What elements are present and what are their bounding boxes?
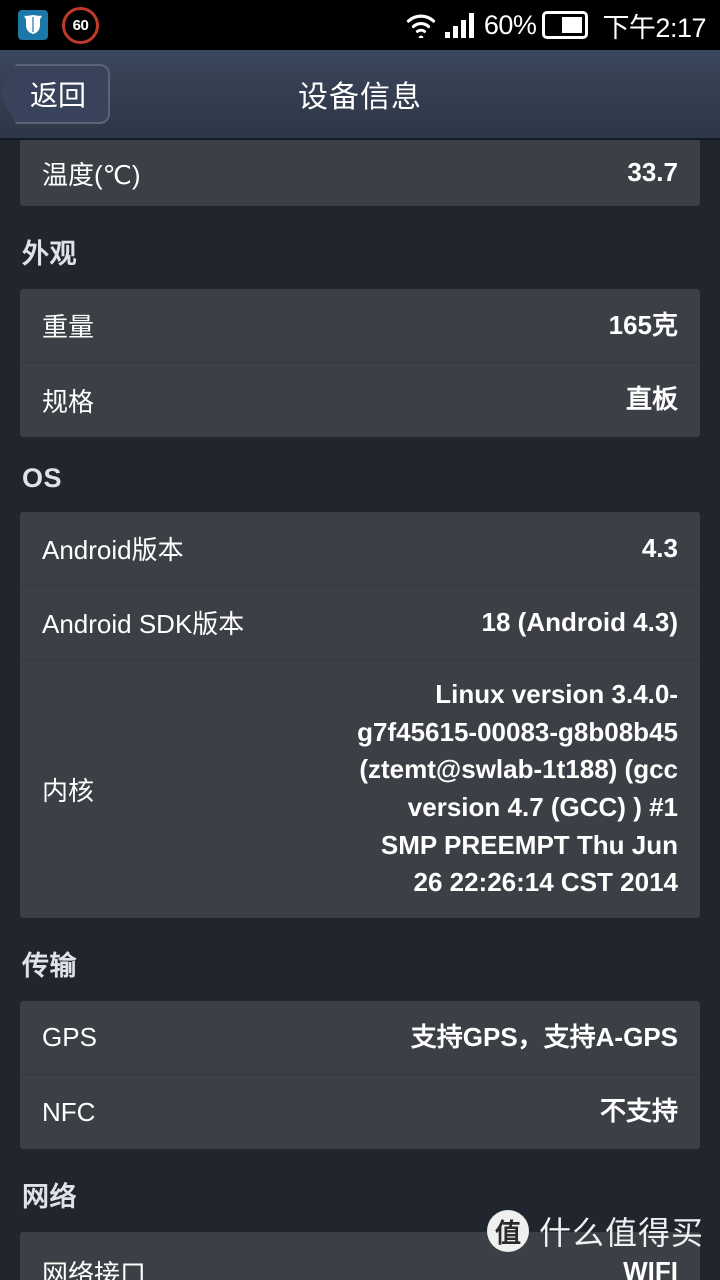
row-value: 33.7	[627, 157, 678, 188]
card-transmission: GPS 支持GPS，支持A-GPS NFC 不支持	[20, 1001, 700, 1150]
row-value: 4.3	[641, 532, 678, 563]
row-key: Android版本	[42, 535, 184, 565]
battery-percent-label: 60%	[483, 9, 537, 40]
row-key: 温度(℃)	[42, 159, 141, 190]
row-value: 直板	[625, 384, 678, 415]
cellular-signal-icon	[444, 12, 474, 38]
row-value: 18 (Android 4.3)	[481, 606, 678, 637]
card-os: Android版本 4.3 Android SDK版本 18 (Android …	[20, 512, 700, 919]
row-value: 不支持	[599, 1096, 678, 1127]
table-row[interactable]: 规格 直板	[20, 363, 700, 437]
speed-limit-icon: 60	[62, 6, 99, 44]
table-row[interactable]: 温度(℃) 33.7	[20, 140, 700, 206]
row-value: 165克	[608, 309, 678, 340]
row-key: 网络接口	[42, 1258, 147, 1280]
row-value: 支持GPS，支持A-GPS	[410, 1021, 678, 1052]
wifi-icon	[405, 12, 437, 41]
status-bar: 60 60% 下午2:17	[0, 0, 720, 50]
section-header-transmission: 传输	[22, 951, 77, 982]
back-button-label: 返回	[30, 80, 87, 111]
table-row[interactable]: Android版本 4.3	[20, 512, 700, 586]
section-header-os: OS	[22, 463, 63, 493]
row-key: 规格	[42, 386, 95, 417]
row-value: WIFI	[623, 1256, 678, 1280]
device-info-list[interactable]: 温度(℃) 33.7 外观 重量 165克 规格 直板 OS Android版本…	[0, 140, 720, 1280]
device-info-screen: 60 60% 下午2:17 返回 设备信息 温度(℃) 33.7 外观 重量 1…	[0, 0, 720, 1280]
section-header-network: 网络	[22, 1182, 77, 1213]
section-header-appearance: 外观	[22, 239, 77, 269]
row-key: GPS	[42, 1022, 97, 1053]
shield-icon	[18, 10, 48, 40]
row-key: 内核	[42, 775, 95, 806]
table-row[interactable]: NFC 不支持	[20, 1075, 700, 1149]
title-bar: 返回 设备信息	[0, 50, 720, 140]
status-bar-system-icons: 60% 下午2:17	[405, 6, 706, 45]
table-row[interactable]: Android SDK版本 18 (Android 4.3)	[20, 586, 700, 660]
status-bar-notifications: 60	[18, 6, 99, 44]
battery-icon	[542, 11, 589, 39]
card-appearance: 重量 165克 规格 直板	[20, 289, 700, 437]
back-button[interactable]: 返回	[0, 64, 111, 124]
table-row[interactable]: 重量 165克	[20, 289, 700, 363]
row-value: Linux version 3.4.0-g7f45615-00083-g8b08…	[357, 679, 678, 898]
table-row[interactable]: GPS 支持GPS，支持A-GPS	[20, 1001, 700, 1076]
row-key: 重量	[42, 312, 95, 342]
card-network: 网络接口 WIFI	[20, 1232, 700, 1280]
card-temperature: 温度(℃) 33.7	[20, 140, 700, 206]
table-row[interactable]: 内核 Linux version 3.4.0-g7f45615-00083-g8…	[20, 660, 700, 918]
clock-label: 下午2:17	[602, 12, 706, 43]
row-key: Android SDK版本	[42, 609, 245, 639]
row-key: NFC	[42, 1096, 96, 1127]
table-row[interactable]: 网络接口 WIFI	[20, 1232, 700, 1280]
